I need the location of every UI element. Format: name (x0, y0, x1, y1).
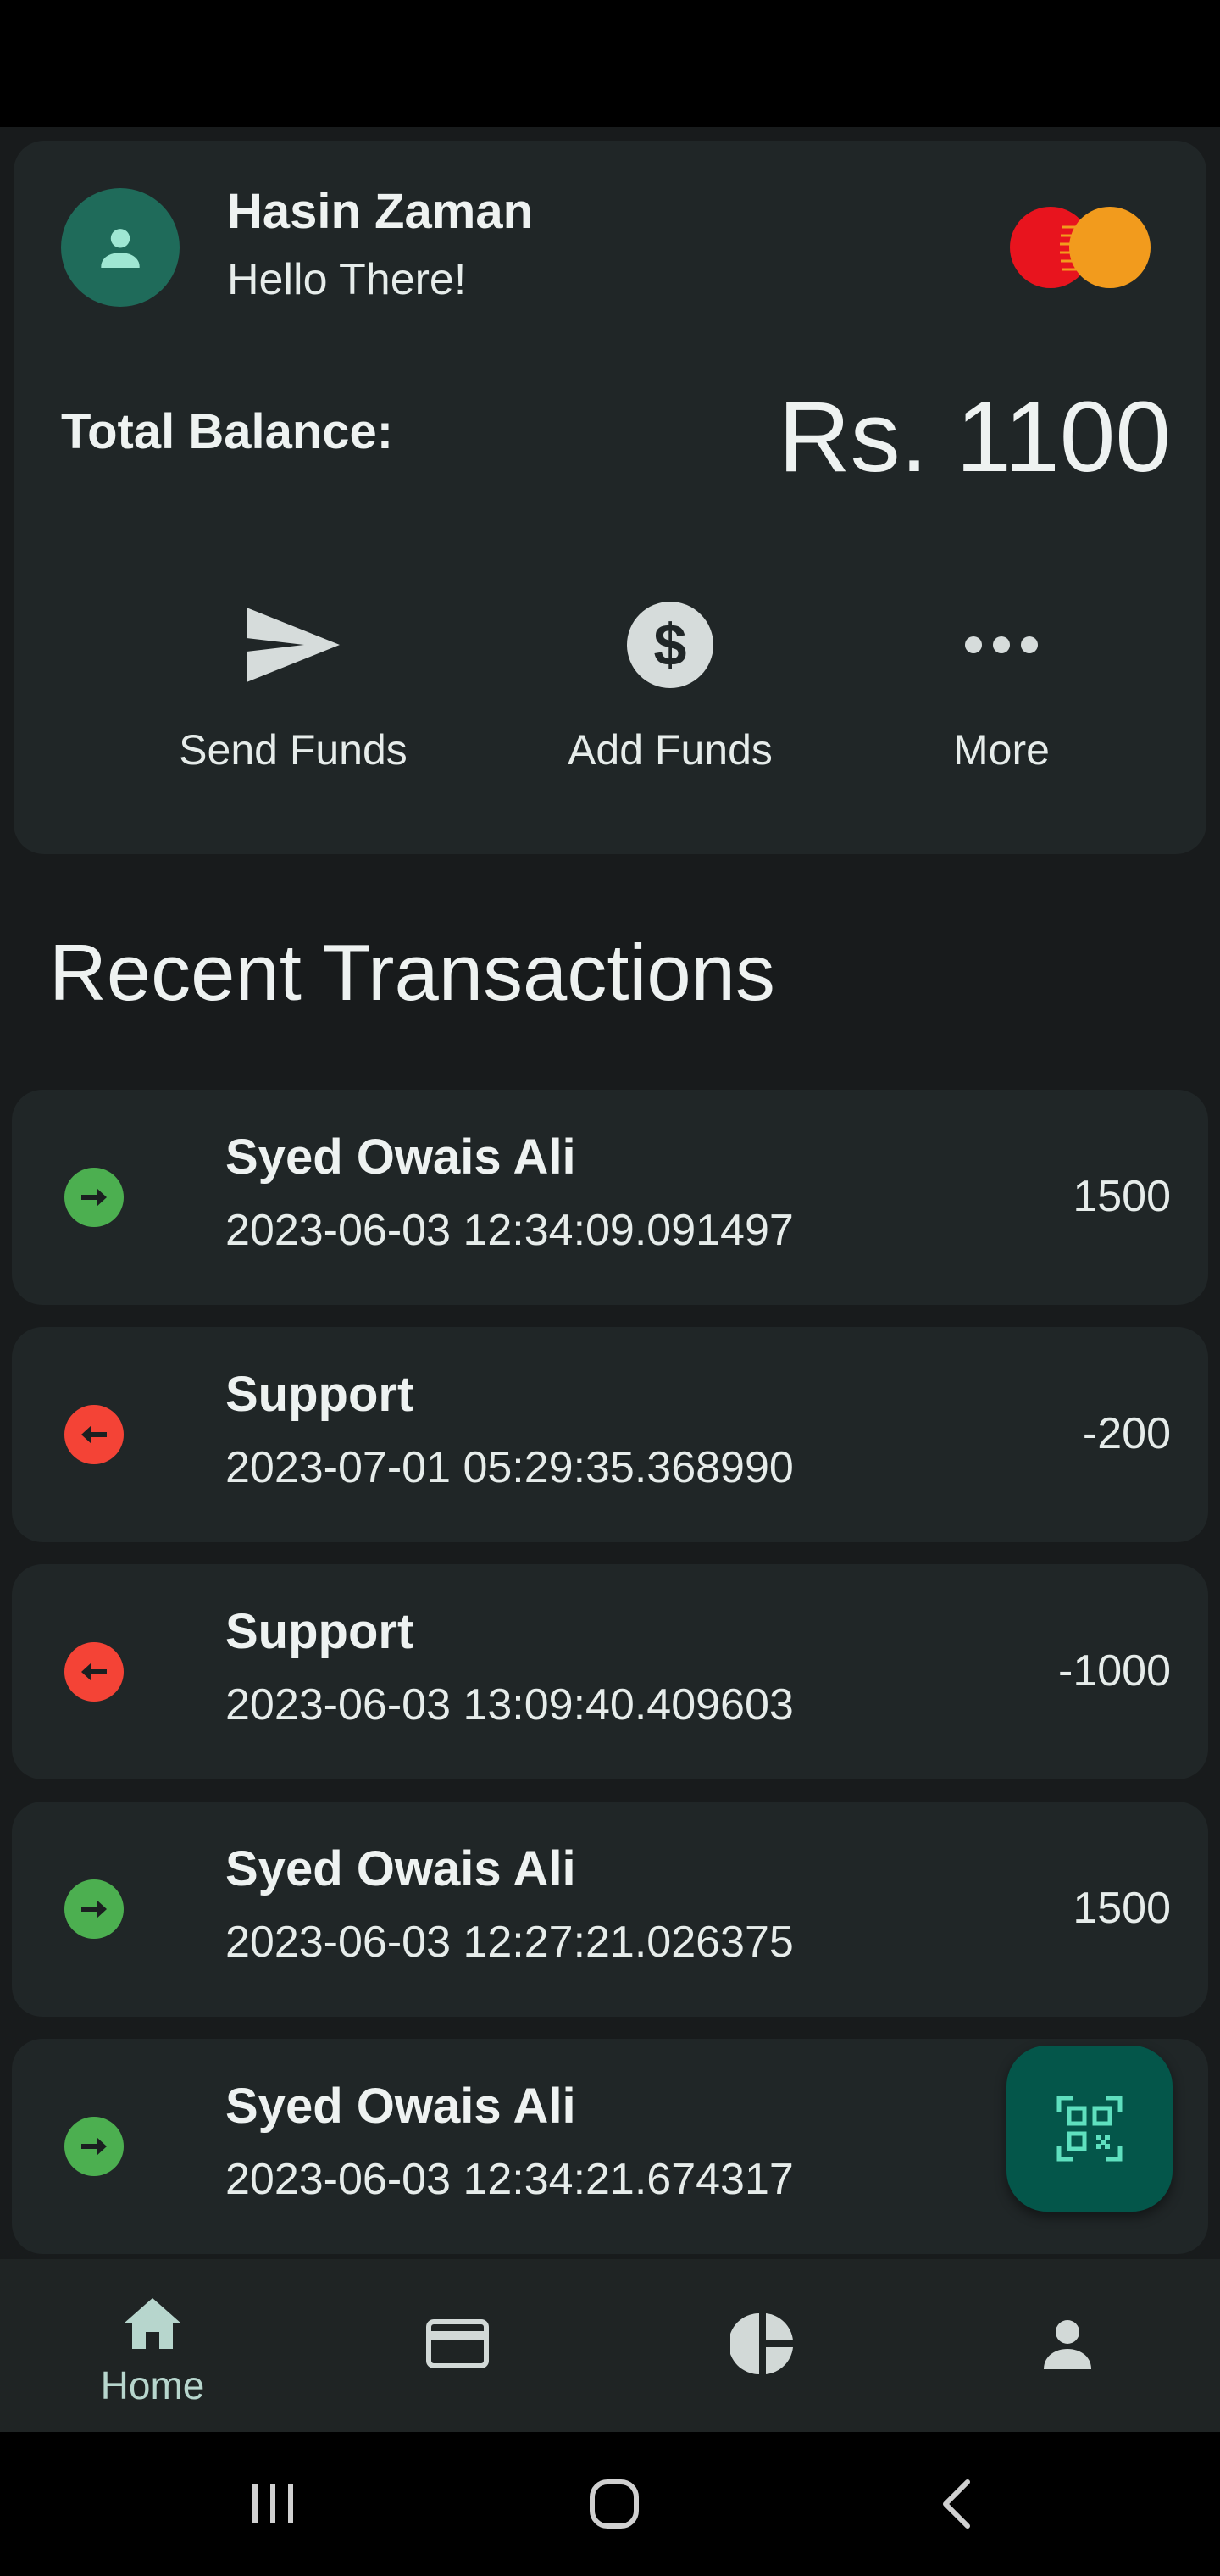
greeting-text: Hello There! (227, 255, 467, 304)
outgoing-arrow-icon (64, 1405, 124, 1464)
back-button[interactable] (871, 2432, 1040, 2576)
qr-scan-button[interactable] (1006, 2046, 1173, 2212)
balance-card: Hasin Zaman Hello There! Total Balance: … (14, 141, 1206, 854)
transaction-amount: 1500 (1073, 1172, 1171, 1221)
recents-icon (252, 2484, 293, 2523)
add-funds-label: Add Funds (568, 726, 773, 774)
transaction-item[interactable]: Support 2023-06-03 13:09:40.409603 -1000 (12, 1564, 1208, 1779)
pie-chart-icon (730, 2313, 793, 2374)
person-icon (101, 229, 140, 268)
home-circle-icon (590, 2479, 639, 2529)
incoming-arrow-icon (64, 1879, 124, 1939)
avatar[interactable] (61, 188, 180, 307)
transaction-item[interactable]: Support 2023-07-01 05:29:35.368990 -200 (12, 1327, 1208, 1542)
transaction-name: Syed Owais Ali (225, 1841, 576, 1896)
dollar-circle-icon: $ (627, 602, 713, 688)
transaction-amount: -200 (1082, 1409, 1171, 1458)
status-bar (0, 0, 1220, 127)
nav-item-statistics[interactable] (610, 2259, 915, 2432)
nav-label-home: Home (100, 2363, 205, 2407)
incoming-arrow-icon (64, 2117, 124, 2176)
outgoing-arrow-icon (64, 1642, 124, 1702)
transaction-date: 2023-06-03 12:34:21.674317 (225, 2155, 794, 2204)
incoming-arrow-icon (64, 1168, 124, 1227)
person-icon (1044, 2320, 1091, 2369)
nav-item-profile[interactable] (915, 2259, 1220, 2432)
transaction-amount: -1000 (1058, 1646, 1171, 1696)
transaction-date: 2023-06-03 12:34:09.091497 (225, 1206, 794, 1255)
bottom-navigation: Home (0, 2259, 1220, 2432)
transaction-name: Syed Owais Ali (225, 1130, 576, 1185)
transaction-item[interactable]: Syed Owais Ali 2023-06-03 12:34:09.09149… (12, 1090, 1208, 1305)
svg-text:$: $ (654, 612, 687, 678)
send-funds-label: Send Funds (179, 726, 408, 774)
total-balance-value: Rs. 1100 (778, 381, 1171, 493)
send-funds-button[interactable]: Send Funds (158, 598, 429, 774)
transaction-name: Support (225, 1367, 414, 1422)
transaction-date: 2023-06-03 13:09:40.409603 (225, 1680, 794, 1729)
nav-item-home[interactable]: Home (0, 2259, 305, 2432)
credit-card-icon (426, 2319, 489, 2368)
transaction-item[interactable]: Syed Owais Ali 2023-06-03 12:27:21.02637… (12, 1802, 1208, 2017)
transaction-name: Support (225, 1604, 414, 1659)
total-balance-label: Total Balance: (61, 404, 394, 459)
nav-item-cards[interactable] (305, 2259, 610, 2432)
add-funds-button[interactable]: $ Add Funds (535, 598, 806, 774)
transaction-date: 2023-07-01 05:29:35.368990 (225, 1443, 794, 1492)
system-home-button[interactable] (530, 2432, 699, 2576)
user-name: Hasin Zaman (227, 184, 533, 239)
mastercard-logo-icon (1010, 207, 1151, 288)
more-horizontal-icon (965, 636, 1038, 653)
more-button[interactable]: More (866, 598, 1137, 774)
home-icon (124, 2298, 181, 2349)
recent-transactions-title: Recent Transactions (49, 928, 775, 1017)
back-chevron-icon (943, 2479, 970, 2529)
transaction-date: 2023-06-03 12:27:21.026375 (225, 1918, 794, 1967)
recents-button[interactable] (188, 2432, 358, 2576)
send-icon (247, 608, 340, 682)
transaction-name: Syed Owais Ali (225, 2079, 576, 2134)
more-label: More (953, 726, 1050, 774)
transaction-amount: 1500 (1073, 1884, 1171, 1933)
qr-scan-icon (1056, 2096, 1123, 2162)
system-navigation-bar (0, 2432, 1220, 2576)
